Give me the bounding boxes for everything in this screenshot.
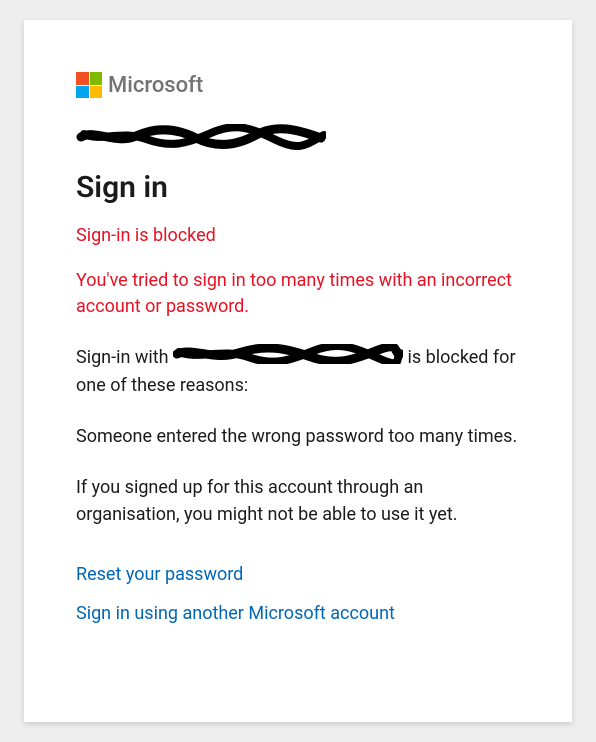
reason-2: If you signed up for this account throug… bbox=[76, 474, 520, 528]
error-message: You've tried to sign in too many times w… bbox=[76, 268, 520, 320]
redacted-account-line bbox=[76, 124, 520, 150]
reason-1: Someone entered the wrong password too m… bbox=[76, 423, 520, 450]
signin-card: Microsoft Sign in Sign-in is blocked You… bbox=[24, 20, 572, 722]
another-account-link[interactable]: Sign in using another Microsoft account bbox=[76, 603, 520, 624]
error-heading: Sign-in is blocked bbox=[76, 225, 520, 246]
blocked-prefix: Sign-in with bbox=[76, 347, 173, 368]
page-title: Sign in bbox=[76, 170, 520, 205]
redacted-account-inline bbox=[173, 344, 403, 372]
action-links: Reset your password Sign in using anothe… bbox=[76, 564, 520, 624]
brand-name: Microsoft bbox=[108, 73, 203, 98]
blocked-reason-intro: Sign-in with is blocked for one of these… bbox=[76, 344, 520, 399]
brand-header: Microsoft bbox=[76, 72, 520, 98]
reset-password-link[interactable]: Reset your password bbox=[76, 564, 520, 585]
microsoft-logo-icon bbox=[76, 72, 102, 98]
